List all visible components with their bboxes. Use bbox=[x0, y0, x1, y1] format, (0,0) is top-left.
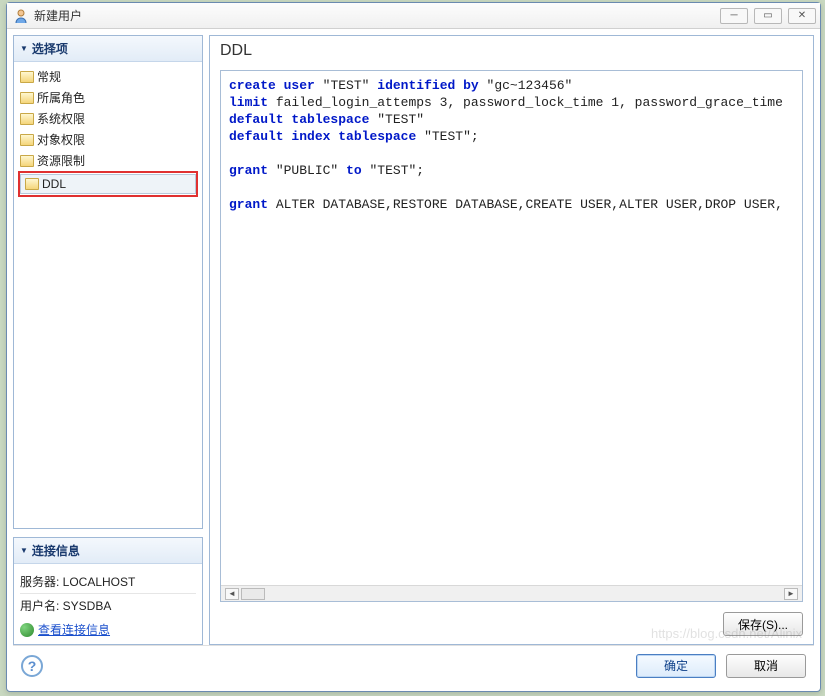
save-button[interactable]: 保存(S)... bbox=[723, 612, 803, 636]
connection-body: 服务器: LOCALHOST 用户名: SYSDBA 查看连接信息 bbox=[14, 564, 202, 644]
left-column: ▼ 选择项 常规 所属角色 系统权限 对象权限 资源限制 DDL bbox=[13, 35, 203, 645]
dialog-footer: ? 确定 取消 bbox=[13, 645, 814, 685]
right-column: DDL create user "TEST" identified by "gc… bbox=[209, 35, 814, 645]
folder-icon bbox=[20, 155, 34, 167]
minimize-button[interactable]: ─ bbox=[720, 8, 748, 24]
user-icon bbox=[13, 8, 29, 24]
connection-header: ▼ 连接信息 bbox=[14, 538, 202, 564]
tree-item-sysprivs[interactable]: 系统权限 bbox=[16, 108, 200, 129]
folder-icon bbox=[20, 92, 34, 104]
close-button[interactable]: ✕ bbox=[788, 8, 816, 24]
scroll-left-icon[interactable]: ◄ bbox=[225, 588, 239, 600]
titlebar: 新建用户 ─ ▭ ✕ bbox=[7, 3, 820, 29]
folder-icon bbox=[20, 113, 34, 125]
tree-item-objprivs[interactable]: 对象权限 bbox=[16, 129, 200, 150]
folder-icon bbox=[25, 178, 39, 190]
window-buttons: ─ ▭ ✕ bbox=[720, 8, 816, 24]
folder-icon bbox=[20, 71, 34, 83]
ok-button[interactable]: 确定 bbox=[636, 654, 716, 678]
options-tree: 常规 所属角色 系统权限 对象权限 资源限制 DDL bbox=[14, 62, 202, 201]
server-label: 服务器: LOCALHOST bbox=[20, 570, 196, 593]
tree-item-ddl[interactable]: DDL bbox=[20, 174, 196, 194]
horizontal-scrollbar[interactable]: ◄ ► bbox=[221, 585, 802, 601]
dialog-window: 新建用户 ─ ▭ ✕ ▼ 选择项 常规 所属角色 系统权限 对象权限 bbox=[6, 2, 821, 692]
collapse-icon[interactable]: ▼ bbox=[20, 44, 28, 53]
save-row: 保存(S)... bbox=[210, 606, 813, 644]
connection-panel: ▼ 连接信息 服务器: LOCALHOST 用户名: SYSDBA 查看连接信息 bbox=[13, 537, 203, 645]
scroll-thumb[interactable] bbox=[241, 588, 265, 600]
globe-icon bbox=[20, 623, 34, 637]
tree-item-general[interactable]: 常规 bbox=[16, 66, 200, 87]
code-container: create user "TEST" identified by "gc~123… bbox=[220, 70, 803, 602]
tree-item-resources[interactable]: 资源限制 bbox=[16, 150, 200, 171]
maximize-button[interactable]: ▭ bbox=[754, 8, 782, 24]
window-title: 新建用户 bbox=[34, 7, 720, 24]
view-connection-link[interactable]: 查看连接信息 bbox=[20, 621, 196, 638]
ddl-code-area[interactable]: create user "TEST" identified by "gc~123… bbox=[221, 71, 802, 585]
main-row: ▼ 选择项 常规 所属角色 系统权限 对象权限 资源限制 DDL bbox=[13, 35, 814, 645]
ddl-heading: DDL bbox=[210, 36, 813, 70]
help-icon[interactable]: ? bbox=[21, 655, 43, 677]
folder-icon bbox=[20, 134, 34, 146]
collapse-icon[interactable]: ▼ bbox=[20, 546, 28, 555]
options-panel: ▼ 选择项 常规 所属角色 系统权限 对象权限 资源限制 DDL bbox=[13, 35, 203, 529]
dialog-body: ▼ 选择项 常规 所属角色 系统权限 对象权限 资源限制 DDL bbox=[7, 29, 820, 691]
scroll-right-icon[interactable]: ► bbox=[784, 588, 798, 600]
options-header: ▼ 选择项 bbox=[14, 36, 202, 62]
connection-title: 连接信息 bbox=[32, 542, 80, 559]
ddl-panel: DDL create user "TEST" identified by "gc… bbox=[209, 35, 814, 645]
tree-item-roles[interactable]: 所属角色 bbox=[16, 87, 200, 108]
highlight-annotation: DDL bbox=[18, 171, 198, 197]
options-title: 选择项 bbox=[32, 40, 68, 57]
cancel-button[interactable]: 取消 bbox=[726, 654, 806, 678]
user-label: 用户名: SYSDBA bbox=[20, 593, 196, 617]
